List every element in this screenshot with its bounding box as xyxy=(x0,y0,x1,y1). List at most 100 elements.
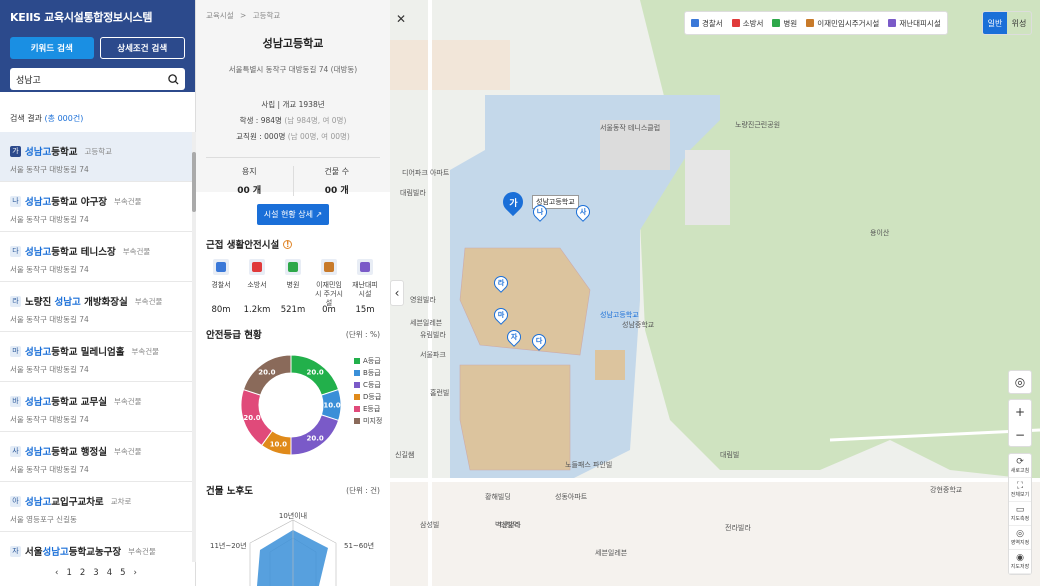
aging-unit: (단위 : 건) xyxy=(346,485,380,495)
page-1[interactable]: 1 xyxy=(66,568,71,578)
result-list: 가 성남고등학교 고등학교 서울 동작구 대방동길 74 나 성남고등학교 야구장… xyxy=(0,132,192,562)
result-item[interactable]: 마 성남고등학교 밀레니엄홀 부속건물 서울 동작구 대방동길 74 xyxy=(0,332,192,382)
map-place-label[interactable]: 유림빌라 xyxy=(420,330,446,340)
facility-label: 재난대피 시설 xyxy=(352,281,378,298)
legend-label: B등급 xyxy=(363,369,381,377)
zoom-out-button[interactable]: − xyxy=(1015,423,1025,446)
map-place-label[interactable]: 영원빌라 xyxy=(410,295,436,305)
map-place-label[interactable]: 신길쌤 xyxy=(395,450,414,460)
result-address: 서울 동작구 대방동길 74 xyxy=(10,365,89,374)
result-item[interactable]: 바 성남고등학교 교무실 부속건물 서울 동작구 대방동길 74 xyxy=(0,382,192,432)
result-item[interactable]: 나 성남고등학교 야구장 부속건물 서울 동작구 대방동길 74 xyxy=(0,182,192,232)
hospital-icon xyxy=(285,259,301,275)
map-place-label[interactable]: 용이산 xyxy=(870,228,889,238)
map-tool-camera[interactable]: ◉ 지도저장 xyxy=(1009,550,1031,574)
map-legend-item[interactable]: 재난대피시설 xyxy=(888,18,941,29)
map-place-label[interactable]: 서울동작 테니스클럽 xyxy=(600,123,660,133)
result-badge: 자 xyxy=(10,545,21,557)
collapse-panel-button[interactable]: ‹ xyxy=(390,280,404,306)
map-legend-item[interactable]: 경찰서 xyxy=(691,18,723,29)
map-place-label[interactable]: 성남중학교 xyxy=(622,320,654,330)
my-location-button[interactable]: ◎ xyxy=(1008,370,1032,394)
page-3[interactable]: 3 xyxy=(93,568,98,578)
result-item[interactable]: 사 성남고등학교 행정실 부속건물 서울 동작구 대방동길 74 xyxy=(0,432,192,482)
page-4[interactable]: 4 xyxy=(107,568,112,578)
map-type-normal[interactable]: 일반 xyxy=(983,12,1007,34)
legend-swatch xyxy=(888,19,897,27)
map-view[interactable]: 성남고등학교 성남고등학교 서울동작 테니스클럽 노량진근린공원 대림빌라 디어파크 아파… xyxy=(390,0,1040,586)
donut-value-label: 20.0 xyxy=(243,414,260,422)
radar-label-51-60: 51~60년 xyxy=(344,541,374,550)
result-name-suffix: 등학교농구장 xyxy=(68,547,122,558)
map-tool-area[interactable]: ◎ 영역지정 xyxy=(1009,526,1031,550)
result-count-prefix: (총 xyxy=(44,114,58,123)
map-legend-item[interactable]: 이재민임시주거시설 xyxy=(806,18,879,29)
search-icon[interactable] xyxy=(168,73,179,85)
result-name: 노량진 성남고 개방화장실 xyxy=(25,294,128,308)
result-item[interactable]: 자 서울성남고등학교농구장 부속건물 xyxy=(0,532,192,562)
map-place-label[interactable]: 황해빌딩 xyxy=(485,492,511,502)
nearby-facility: 재난대피 시설 15m xyxy=(350,259,380,315)
map-place-label[interactable]: 대림빌 xyxy=(720,450,739,460)
page-5[interactable]: 5 xyxy=(120,568,125,578)
page-2[interactable]: 2 xyxy=(80,568,85,578)
zoom-in-button[interactable]: + xyxy=(1015,400,1025,423)
breadcrumb-item[interactable]: 교육시설 xyxy=(206,11,234,20)
map-place-label[interactable]: 세븐일레븐 xyxy=(410,318,442,328)
school-founded: 사립 | 개교 1938년 xyxy=(261,100,325,109)
info-icon[interactable]: ! xyxy=(283,239,293,249)
map-place-label[interactable]: 세븐일레븐 xyxy=(595,548,627,558)
result-item[interactable]: 아 성남고교입구교차로 교차로 서울 영등포구 신길동 xyxy=(0,482,192,532)
result-item[interactable]: 라 노량진 성남고 개방화장실 부속건물 서울 동작구 대방동길 74 xyxy=(0,282,192,332)
nearby-facility: 경찰서 80m xyxy=(206,259,236,315)
map-place-label[interactable]: 강현중학교 xyxy=(930,485,962,495)
map-tools: ⟳ 새로고침 ⛶ 전체보기 ▭ 지도측정 ◎ 영역지정 ◉ 지도저장 xyxy=(1008,453,1032,575)
result-item[interactable]: 가 성남고등학교 고등학교 서울 동작구 대방동길 74 xyxy=(0,132,192,182)
map-place-label[interactable]: 전라빌라 xyxy=(725,523,751,533)
breadcrumb-item[interactable]: 고등학교 xyxy=(253,11,281,20)
search-input-value[interactable]: 성남고 xyxy=(16,73,168,86)
map-legend-item[interactable]: 소방서 xyxy=(731,18,763,29)
map-place-label[interactable]: 서울파크 xyxy=(420,350,446,360)
detail-panel: 교육시설 > 고등학교 성남고등학교 서울특별시 동작구 대방동길 74 (대방… xyxy=(196,0,390,586)
map-place-label[interactable]: 성남고등학교 xyxy=(600,310,639,320)
result-address: 서울 동작구 대방동길 74 xyxy=(10,165,89,174)
result-name: 서울성남고등학교농구장 xyxy=(25,544,121,558)
map-place-label[interactable]: 성동아파트 xyxy=(555,492,587,502)
building-label: 건물 수 xyxy=(324,167,350,176)
map-type-satellite[interactable]: 위성 xyxy=(1007,12,1031,34)
map-place-label[interactable]: 홈런빌 xyxy=(430,388,449,398)
school-address: 서울특별시 동작구 대방동길 74 (대방동) xyxy=(228,65,358,74)
result-name: 성남고등학교 행정실 xyxy=(25,444,107,458)
result-item[interactable]: 다 성남고등학교 테니스장 부속건물 서울 동작구 대방동길 74 xyxy=(0,232,192,282)
map-tool-label: 영역지정 xyxy=(1010,540,1030,546)
map-legend: 경찰서 소방서 병원 이재민임시주거시설 재난대피시설 xyxy=(684,11,948,35)
close-icon[interactable]: ✕ xyxy=(392,10,410,28)
result-badge: 가 xyxy=(10,145,21,157)
map-place-label[interactable]: 대림빌라 xyxy=(400,188,426,198)
facility-detail-button[interactable]: 시설 현황 상세 ↗ xyxy=(257,204,329,225)
map-tool-label: 지도저장 xyxy=(1010,564,1030,570)
map-place-label[interactable]: 노들패스 파인빌 xyxy=(565,460,612,470)
page-next[interactable]: › xyxy=(134,568,137,578)
facility-label: 병원 xyxy=(286,281,300,289)
result-address: 서울 동작구 대방동길 74 xyxy=(10,265,89,274)
evacuation-icon xyxy=(357,259,373,275)
map-legend-item[interactable]: 병원 xyxy=(772,18,797,29)
page-prev[interactable]: ‹ xyxy=(55,568,58,578)
area-icon: ◎ xyxy=(1016,529,1024,539)
tab-keyword-search[interactable]: 키워드 검색 xyxy=(10,37,94,59)
tab-detail-search[interactable]: 상세조건 검색 xyxy=(99,37,185,59)
map-tool-ruler[interactable]: ▭ 지도측정 xyxy=(1009,502,1031,526)
map-tool-refresh[interactable]: ⟳ 새로고침 xyxy=(1009,454,1031,478)
result-name-highlight: 성남고 xyxy=(54,297,81,308)
map-place-label[interactable]: 노량진근린공원 xyxy=(735,120,780,130)
land-stat: 용지 00 개 xyxy=(206,166,294,196)
map-place-label[interactable]: 벽산빌라 xyxy=(495,520,521,530)
map-tool-fullscreen[interactable]: ⛶ 전체보기 xyxy=(1009,478,1031,502)
map-place-label[interactable]: 디어파크 아파트 xyxy=(402,168,449,178)
search-input[interactable]: 성남고 xyxy=(10,68,185,90)
result-type: 부속건물 xyxy=(113,196,142,206)
map-type-toggle: 일반 위성 xyxy=(982,11,1032,35)
map-place-label[interactable]: 삼성빌 xyxy=(420,520,439,530)
